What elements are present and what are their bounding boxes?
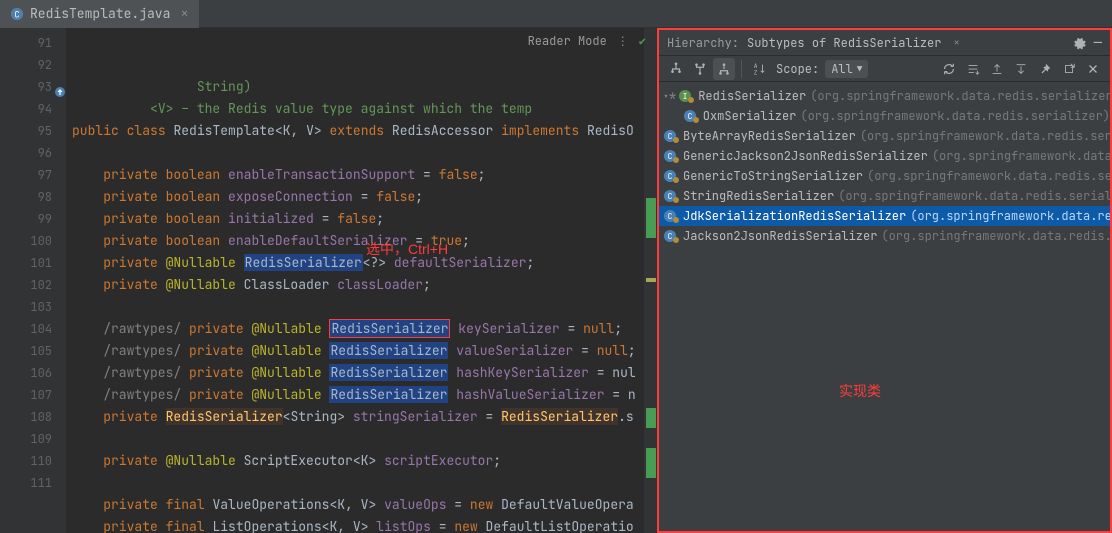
package-label: (org.springframework.data.redis.serializ… (838, 188, 1110, 204)
hide-icon[interactable]: — (1094, 34, 1102, 52)
editor-tabs: C RedisTemplate.java × (0, 0, 1112, 28)
svg-text:C: C (668, 172, 673, 182)
class-file-icon: C (10, 7, 24, 21)
gutter: 9192939495969798991001011021031041051061… (0, 28, 66, 533)
code-area[interactable]: 选中，Ctrl+H String) <V> – the Redis value … (66, 28, 644, 533)
svg-text:Z: Z (754, 68, 758, 76)
package-label: (org.springframework.data.redis.seri (881, 228, 1110, 244)
supertypes-icon[interactable] (689, 58, 711, 80)
hierarchy-item[interactable]: C GenericToStringSerializer(org.springfra… (659, 166, 1110, 186)
class-icon: C (683, 108, 699, 124)
package-label: (org.springframework.data.r (932, 148, 1110, 164)
svg-text:I: I (683, 92, 688, 102)
svg-text:C: C (668, 232, 673, 242)
svg-text:C: C (668, 212, 673, 222)
hierarchy-subtitle: Subtypes of RedisSerializer (747, 35, 941, 51)
class-icon: C (663, 228, 679, 244)
hierarchy-tab-close-icon[interactable]: × (953, 36, 960, 50)
editor-pane: Reader Mode ⋮ ✔ 919293949596979899100101… (0, 28, 657, 533)
class-name-label: OxmSerializer (703, 108, 797, 124)
sort-alpha-icon[interactable]: AZ (748, 58, 770, 80)
class-name-label: RedisSerializer (698, 88, 806, 104)
hierarchy-item[interactable]: C OxmSerializer(org.springframework.data.… (659, 106, 1110, 126)
class-icon: C (663, 208, 679, 224)
package-label: (org.springframework.data.redis.serializ… (810, 88, 1110, 104)
class-icon: C (663, 188, 679, 204)
gear-icon[interactable] (1072, 36, 1086, 50)
hierarchy-item[interactable]: C Jackson2JsonRedisSerializer(org.springf… (659, 226, 1110, 246)
subtypes-icon[interactable] (713, 58, 735, 80)
class-name-label: GenericJackson2JsonRedisSerializer (683, 148, 928, 164)
hierarchy-item[interactable]: C ByteArrayRedisSerializer(org.springfram… (659, 126, 1110, 146)
svg-text:C: C (668, 192, 673, 202)
package-label: (org.springframework.data.redis.seria (867, 168, 1110, 184)
export-icon[interactable] (1058, 58, 1080, 80)
refresh-icon[interactable] (938, 58, 960, 80)
class-name-label: ByteArrayRedisSerializer (683, 128, 856, 144)
scope-label: Scope: (776, 61, 819, 77)
class-name-label: GenericToStringSerializer (683, 168, 863, 184)
svg-text:C: C (668, 152, 673, 162)
package-label: (org.springframework.data.redis.serializ… (800, 108, 1110, 124)
close-icon[interactable] (1082, 58, 1104, 80)
error-stripe[interactable] (644, 28, 656, 533)
hierarchy-item[interactable]: C GenericJackson2JsonRedisSerializer(org.… (659, 146, 1110, 166)
package-label: (org.springframework.data.redis.s (910, 208, 1110, 224)
hierarchy-item[interactable]: C JdkSerializationRedisSerializer(org.spr… (659, 206, 1110, 226)
scope-combo[interactable]: All▼ (825, 60, 868, 78)
tab-redistemplate[interactable]: C RedisTemplate.java × (0, 0, 199, 28)
hierarchy-toolbar: AZ Scope: All▼ (659, 56, 1110, 82)
expand-all-icon[interactable] (986, 58, 1008, 80)
class-icon: C (663, 168, 679, 184)
class-name-label: Jackson2JsonRedisSerializer (683, 228, 877, 244)
hierarchy-tree: ▾*IRedisSerializer(org.springframework.d… (659, 82, 1110, 511)
class-hierarchy-icon[interactable] (665, 58, 687, 80)
override-gutter-icon[interactable] (54, 86, 66, 98)
annotation-select: 选中，Ctrl+H (366, 238, 448, 260)
autoscroll-icon[interactable] (962, 58, 984, 80)
tab-close-icon[interactable]: × (180, 5, 188, 23)
hierarchy-panel: Hierarchy: Subtypes of RedisSerializer ×… (657, 28, 1112, 533)
class-name-label: StringRedisSerializer (683, 188, 834, 204)
tab-label: RedisTemplate.java (30, 5, 170, 22)
package-label: (org.springframework.data.redis.serializ (860, 128, 1110, 144)
reader-mode-toggle[interactable]: Reader Mode (528, 33, 607, 49)
class-icon: C (663, 148, 679, 164)
hierarchy-item[interactable]: ▾*IRedisSerializer(org.springframework.d… (659, 86, 1110, 106)
inspection-ok-icon[interactable]: ✔ (639, 33, 646, 49)
pin-icon[interactable] (1034, 58, 1056, 80)
collapse-all-icon[interactable] (1010, 58, 1032, 80)
class-name-label: JdkSerializationRedisSerializer (683, 208, 906, 224)
class-icon: C (663, 128, 679, 144)
svg-text:C: C (668, 132, 673, 142)
svg-text:C: C (687, 112, 692, 122)
more-icon[interactable]: ⋮ (617, 33, 629, 49)
svg-text:C: C (14, 8, 19, 20)
annotation-impl: 实现类 (839, 381, 1112, 401)
hierarchy-title: Hierarchy: (667, 35, 739, 51)
hierarchy-item[interactable]: C StringRedisSerializer(org.springframewo… (659, 186, 1110, 206)
interface-icon: I (678, 88, 694, 104)
